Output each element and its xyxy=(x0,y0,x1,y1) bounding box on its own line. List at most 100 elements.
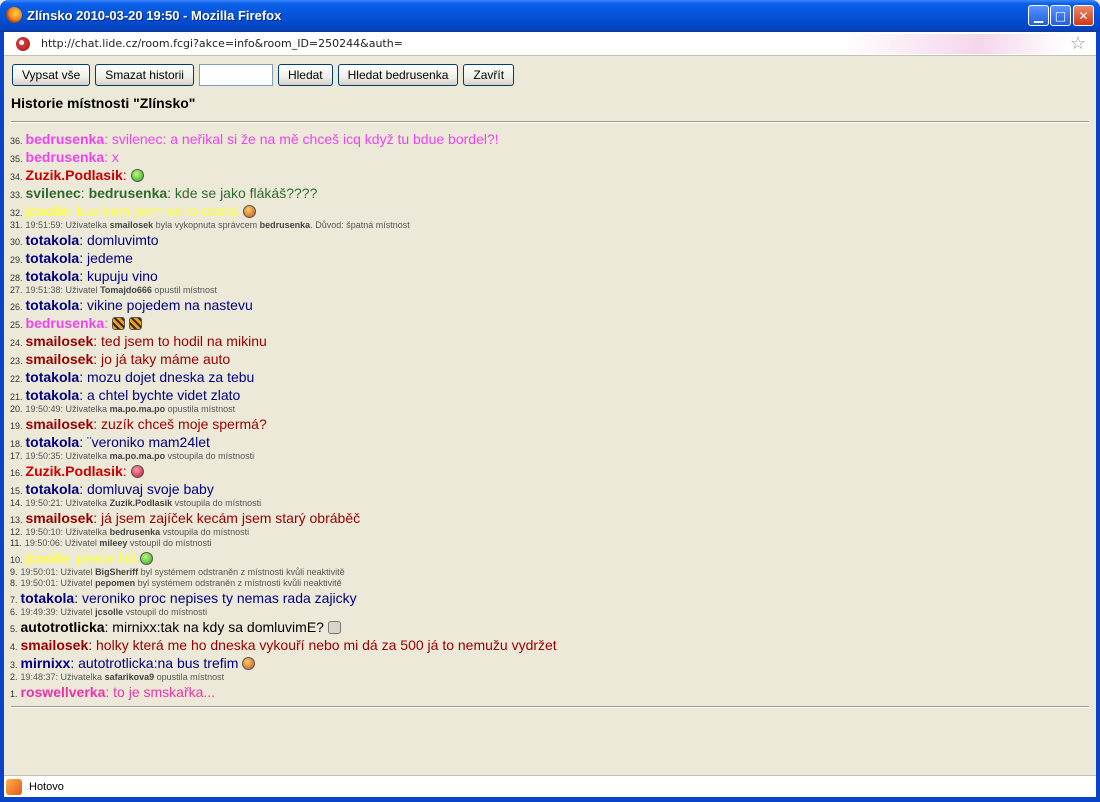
system-text: 19:49:39: Uživatel xyxy=(20,607,96,617)
message-number: 24. xyxy=(10,338,23,348)
nickname[interactable]: autotrotlicka xyxy=(21,619,105,635)
chat-message: 30. totakola: domluvimto xyxy=(10,231,1090,249)
chat-message: 28. totakola: kupuju vino xyxy=(10,267,1090,285)
system-text: vstoupila do místnosti xyxy=(160,527,250,537)
nickname[interactable]: totakola xyxy=(26,268,80,284)
message-text: : vikine pojedem na nastevu xyxy=(79,297,253,313)
system-user: Tomajdo666 xyxy=(100,285,152,295)
maximize-button[interactable]: □ xyxy=(1050,5,1071,26)
message-text: : a chtel bychte videt zlato xyxy=(79,387,241,403)
system-text: 19:51:38: Uživatel xyxy=(25,285,101,295)
message-number: 26. xyxy=(10,302,23,312)
system-message: 14. 19:50:21: Uživatelka Zuzik.Podlasik v… xyxy=(10,498,1090,509)
smiley-icon xyxy=(130,169,144,182)
system-message: 27. 19:51:38: Uživatel Tomajdo666 opustil… xyxy=(10,285,1090,296)
nickname[interactable]: smailosek xyxy=(26,510,94,526)
message-number: 17. xyxy=(10,451,23,461)
nickname[interactable]: jcsolle xyxy=(26,203,70,219)
message-number: 21. xyxy=(10,392,23,402)
nickname[interactable]: totakola xyxy=(26,369,80,385)
window-titlebar: Zlínsko 2010-03-20 19:50 - Mozilla Firef… xyxy=(0,0,1100,32)
minimize-button[interactable]: ▁ xyxy=(1028,5,1049,26)
message-number: 28. xyxy=(10,273,23,283)
message-number: 6. xyxy=(10,607,18,617)
system-user: mileey xyxy=(99,538,128,548)
system-text: vstoupila do místnosti xyxy=(165,451,255,461)
nickname[interactable]: totakola xyxy=(26,434,80,450)
nickname[interactable]: bedrusenka xyxy=(26,131,105,147)
chat-message: 22. totakola: mozu dojet dneska za tebu xyxy=(10,368,1090,386)
nickname[interactable]: roswellverka xyxy=(21,684,106,700)
system-text: . Důvod: špatná místnost xyxy=(310,220,410,230)
message-number: 29. xyxy=(10,255,23,265)
nickname[interactable]: totakola xyxy=(21,590,75,606)
system-message: 6. 19:49:39: Uživatel jcsolle vstoupil do… xyxy=(10,607,1090,618)
search-button[interactable]: Hledat xyxy=(277,64,333,86)
page-title: Historie místnosti "Zlínsko" xyxy=(11,95,196,111)
nickname[interactable]: mirnixx xyxy=(21,655,71,671)
smiley-icon xyxy=(242,205,256,218)
nickname[interactable]: totakola xyxy=(26,297,80,313)
message-number: 9. xyxy=(10,567,18,577)
nickname[interactable]: jcsolle xyxy=(26,550,70,566)
chat-message: 7. totakola: veroniko proc nepises ty nem… xyxy=(10,589,1090,607)
window-title: Zlínsko 2010-03-20 19:50 - Mozilla Firef… xyxy=(27,8,282,23)
chat-message: 1. roswellverka: to je smskařka... xyxy=(10,683,1090,701)
system-user: ma.po.ma.po xyxy=(109,451,166,461)
close-window-button[interactable]: ✕ xyxy=(1073,5,1094,26)
message-number: 33. xyxy=(10,190,23,200)
nickname[interactable]: Zuzik.Podlasik xyxy=(26,167,123,183)
status-icon xyxy=(6,779,22,795)
message-number: 5. xyxy=(10,624,18,634)
nickname[interactable]: smailosek xyxy=(26,416,94,432)
bookmark-star-icon[interactable]: ☆ xyxy=(1070,33,1086,54)
system-message: 11. 19:50:06: Uživatel mileey vstoupil do… xyxy=(10,538,1090,549)
nickname[interactable]: svilenec xyxy=(26,185,81,201)
status-bar: Hotovo xyxy=(4,775,1096,797)
smiley-icon xyxy=(327,621,341,634)
nickname[interactable]: smailosek xyxy=(26,333,94,349)
message-text: : xyxy=(104,315,108,331)
message-text: : xyxy=(122,463,127,479)
nickname[interactable]: totakola xyxy=(26,232,80,248)
system-message: 9. 19:50:01: Uživatel BigSheriff byl syst… xyxy=(10,567,1090,578)
nickname[interactable]: totakola xyxy=(26,250,80,266)
search-user-button[interactable]: Hledat bedrusenka xyxy=(337,64,459,86)
close-button[interactable]: Zavřít xyxy=(463,64,515,86)
system-text: vstoupila do místnosti xyxy=(172,498,262,508)
message-number: 18. xyxy=(10,439,23,449)
nickname[interactable]: totakola xyxy=(26,481,80,497)
message-text: : domluvimto xyxy=(79,232,159,248)
message-number: 13. xyxy=(10,515,23,525)
nickname[interactable]: smailosek xyxy=(26,351,94,367)
nickname[interactable]: smailosek xyxy=(21,637,89,653)
message-number: 2. xyxy=(10,672,18,682)
system-text: 19:50:35: Uživatelka xyxy=(25,451,110,461)
system-user: BigSheriff xyxy=(95,567,139,577)
nickname[interactable]: bedrusenka xyxy=(26,149,105,165)
message-text: : x xyxy=(104,149,119,165)
system-text: opustil místnost xyxy=(151,285,217,295)
system-user: bedrusenka xyxy=(109,527,161,537)
message-text: : domluvaj svoje baby xyxy=(79,481,214,497)
message-number: 34. xyxy=(10,172,23,182)
message-text: : holky která me ho dneska vykouří nebo … xyxy=(88,637,557,653)
system-user: safarikova9 xyxy=(104,672,155,682)
clear-history-button[interactable]: Smazat historii xyxy=(95,64,194,86)
url-text[interactable]: http://chat.lide.cz/room.fcgi?akce=info&… xyxy=(41,37,403,50)
nickname[interactable]: totakola xyxy=(26,387,80,403)
chat-message: 35. bedrusenka: x xyxy=(10,148,1090,166)
nickname[interactable]: bedrusenka xyxy=(26,315,105,331)
address-bar[interactable]: http://chat.lide.cz/room.fcgi?akce=info&… xyxy=(4,32,1096,56)
search-input[interactable] xyxy=(198,64,273,86)
message-text: : kde se jako flákáš???? xyxy=(167,185,318,201)
message-number: 35. xyxy=(10,154,23,164)
chat-message: 26. totakola: vikine pojedem na nastevu xyxy=(10,296,1090,314)
chat-message: 29. totakola: jedeme xyxy=(10,249,1090,267)
chat-message: 36. bedrusenka: svilenec: a neřikal si že… xyxy=(10,130,1090,148)
chat-message: 33. svilenec: bedrusenka: kde se jako flá… xyxy=(10,184,1090,202)
list-all-button[interactable]: Vypsat vše xyxy=(12,64,91,86)
system-user: bedrusenka xyxy=(259,220,311,230)
nickname[interactable]: Zuzik.Podlasik xyxy=(26,463,123,479)
chat-message: 24. smailosek: ted jsem to hodil na mikin… xyxy=(10,332,1090,350)
